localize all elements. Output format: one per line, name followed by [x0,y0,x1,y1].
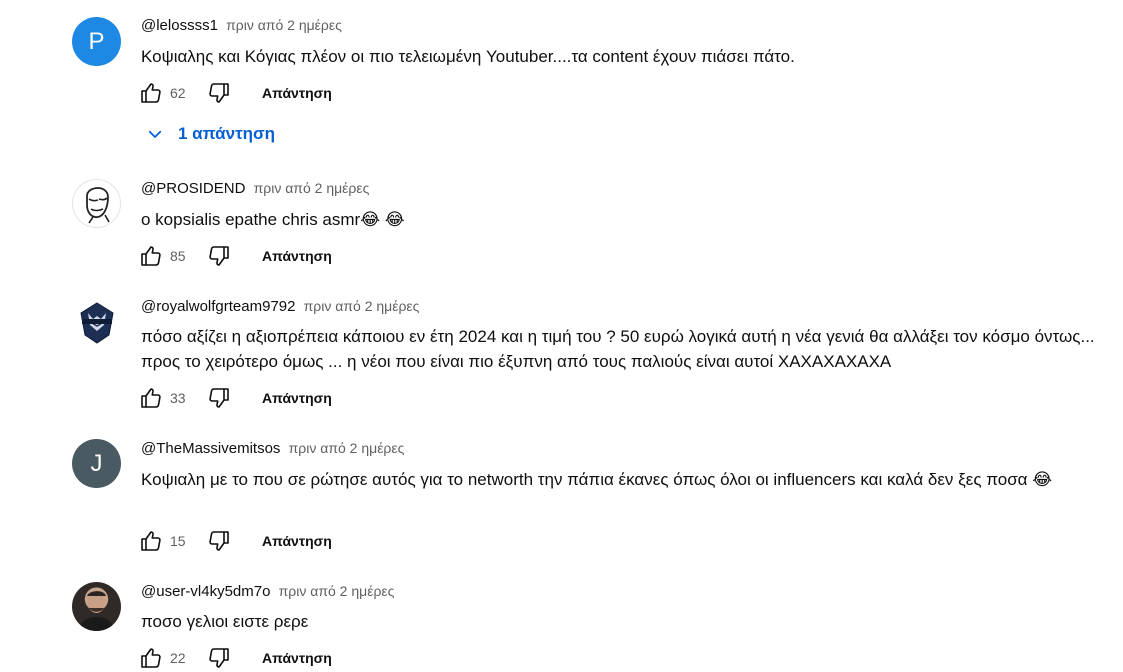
reply-button[interactable]: Απάντηση [262,85,332,101]
comment-text: ο kopsialis epathe chris asmr😂 😂 [141,210,405,229]
thumbs-up-icon[interactable] [138,80,164,106]
comment-author[interactable]: @user-vl4ky5dm7o [141,583,270,600]
comment-actions: 22 Απάντηση [138,644,332,672]
avatar[interactable]: P [72,17,121,66]
like-count: 85 [170,248,186,264]
comment-text: ποσο γελιοι ειστε ρερε [141,612,309,631]
comment-text: Κοψιαλης και Κόγιας πλέον οι πιο τελειωμ… [141,47,795,66]
avatar[interactable] [72,179,121,228]
comment-time[interactable]: πριν από 2 ημέρες [304,298,420,314]
reply-button[interactable]: Απάντηση [262,650,332,666]
thumbs-up-icon[interactable] [138,645,164,671]
user-photo-icon [78,591,115,631]
reply-button[interactable]: Απάντηση [262,390,332,406]
thumbs-down-icon[interactable] [206,385,232,411]
avatar-letter: J [90,449,103,477]
like-count: 15 [170,533,186,549]
thumbs-down-icon[interactable] [206,243,232,269]
comment-time[interactable]: πριν από 2 ημέρες [226,17,342,33]
comment-actions: 85 Απάντηση [138,242,332,270]
reply-button[interactable]: Απάντηση [262,533,332,549]
comment-time[interactable]: πριν από 2 ημέρες [289,440,405,456]
comment-author[interactable]: @lelossss1 [141,17,218,34]
comment-author[interactable]: @royalwolfgrteam9792 [141,298,295,315]
comment-author[interactable]: @TheMassivemitsos [141,440,280,457]
thumbs-down-icon[interactable] [206,80,232,106]
thumbs-up-icon[interactable] [138,385,164,411]
like-count: 62 [170,85,186,101]
avatar[interactable] [72,582,121,631]
comment-header: @lelossss1 πριν από 2 ημέρες [141,17,342,34]
comment-time[interactable]: πριν από 2 ημέρες [279,583,395,599]
reply-button[interactable]: Απάντηση [262,248,332,264]
comment-header: @user-vl4ky5dm7o πριν από 2 ημέρες [141,583,394,600]
comment-header: @royalwolfgrteam9792 πριν από 2 ημέρες [141,298,419,315]
view-replies-button[interactable]: 1 απάντηση [146,124,275,144]
comment-text: πόσο αξίζει η αξιοπρέπεια κάποιου εν έτη… [141,327,1095,371]
like-count: 33 [170,390,186,406]
chevron-down-icon [146,125,164,143]
comment-header: @PROSIDEND πριν από 2 ημέρες [141,180,369,197]
avatar[interactable]: J [72,439,121,488]
sketch-face-icon [85,186,110,223]
comment-author[interactable]: @PROSIDEND [141,180,245,197]
comment-time[interactable]: πριν από 2 ημέρες [254,180,370,196]
thumbs-down-icon[interactable] [206,645,232,671]
like-count: 22 [170,650,186,666]
replies-count-label: 1 απάντηση [178,124,276,143]
avatar[interactable] [72,297,121,346]
avatar-letter: P [88,27,105,55]
comment-text: Κοψιαλη με το που σε ρώτησε αυτός για το… [141,470,1053,489]
comment-header: @TheMassivemitsos πριν από 2 ημέρες [141,440,404,457]
thumbs-up-icon[interactable] [138,243,164,269]
comment-actions: 15 Απάντηση [138,527,332,555]
comment-actions: 33 Απάντηση [138,384,332,412]
thumbs-up-icon[interactable] [138,528,164,554]
thumbs-down-icon[interactable] [206,528,232,554]
comment-actions: 62 Απάντηση [138,79,332,107]
wolf-emblem-icon [79,301,114,344]
